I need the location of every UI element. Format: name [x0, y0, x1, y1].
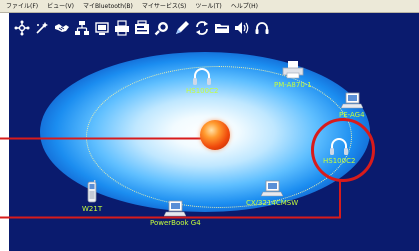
bluetooth-app: ファイル(F) ビュー(V) マイBluetooth(B) マイサービス(S) …	[0, 0, 419, 251]
mobile-phone-icon	[87, 180, 97, 203]
laptop-icon	[164, 200, 187, 217]
device-label: PM-A870-1	[274, 81, 312, 89]
device-headset-top[interactable]: HS100C2	[186, 66, 218, 95]
my-computer-orb[interactable]	[200, 120, 230, 150]
device-laptop-bottom-right[interactable]: CX/3214CMSW	[246, 180, 298, 207]
device-label: PowerBook G4	[150, 219, 201, 227]
laptop-icon	[340, 92, 363, 109]
device-label: HS100C2	[186, 87, 219, 95]
device-label: HS100C2	[323, 157, 356, 165]
device-headset-highlighted[interactable]: HS100C2	[323, 136, 355, 165]
headset-icon	[330, 138, 349, 155]
laptop-icon	[261, 180, 284, 197]
device-laptop-bottom[interactable]: PowerBook G4	[150, 200, 201, 227]
device-laptop-right[interactable]: PE-AG4	[339, 92, 365, 119]
device-mobile-phone[interactable]: W21T	[82, 180, 102, 213]
printer-icon	[282, 61, 304, 79]
device-printer[interactable]: PM-A870-1	[274, 60, 312, 89]
device-label: CX/3214CMSW	[246, 199, 299, 207]
headset-icon	[193, 68, 212, 85]
device-label: W21T	[82, 205, 103, 213]
